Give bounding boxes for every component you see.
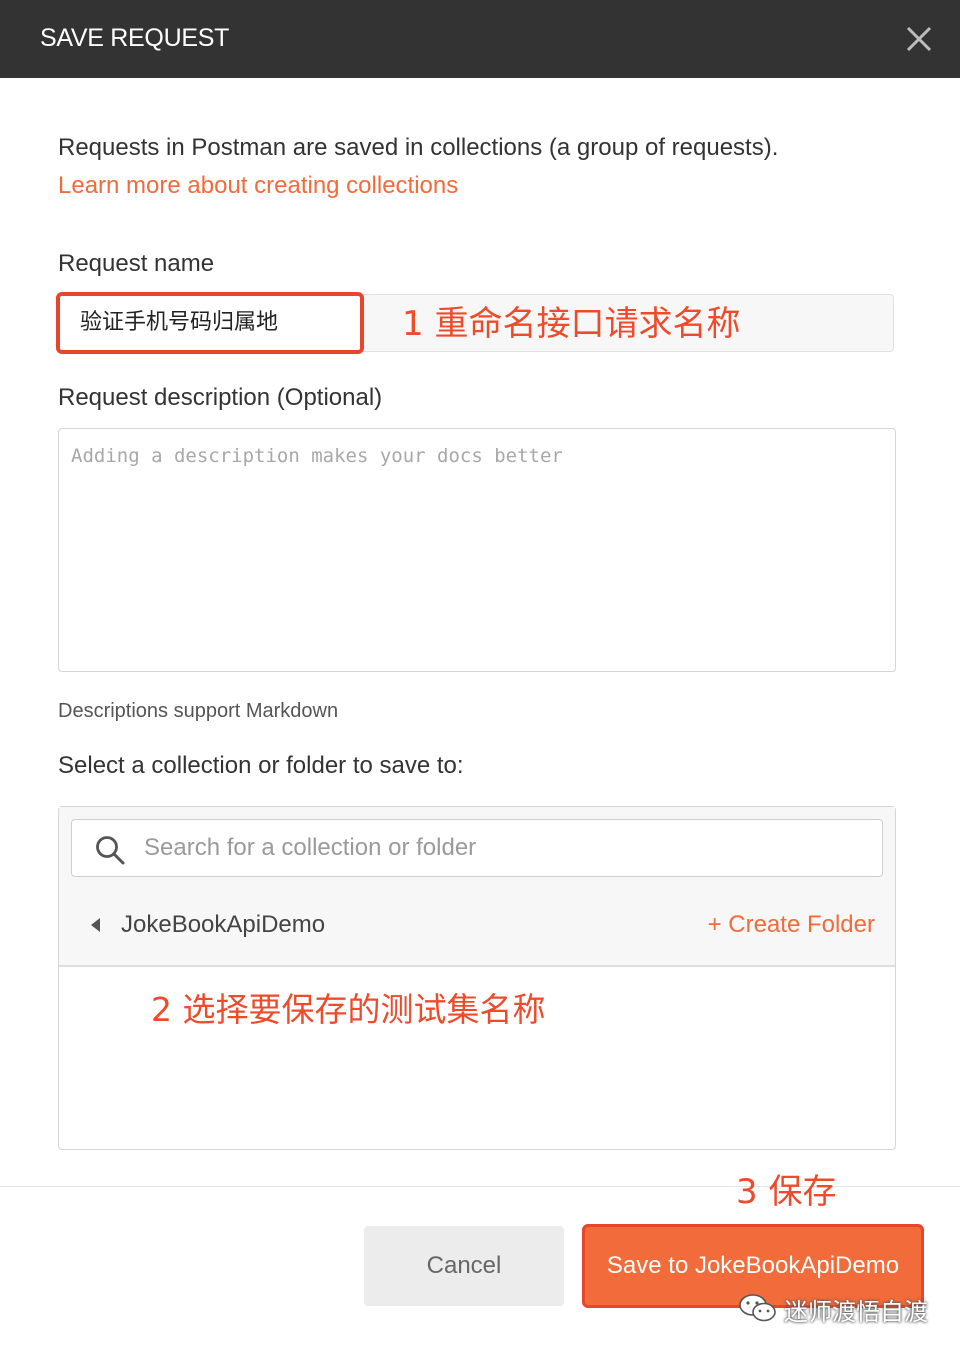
annotation-step3: 3 保存 [736,1172,837,1212]
request-description-textarea[interactable]: Adding a description makes your docs bet… [58,428,896,672]
annotation-step2: 2 选择要保存的测试集名称 [151,990,546,1029]
request-name-label: Request name [58,250,215,277]
markdown-note: Descriptions support Markdown [58,700,339,722]
annotation-step1: 1 重命名接口请求名称 [402,304,741,344]
dialog-title: SAVE REQUEST [40,24,230,52]
collection-picker-header: Search for a collection or folder JokeBo… [59,807,895,967]
learn-more-link[interactable]: Learn more about creating collections [58,172,458,200]
request-description-label: Request description (Optional) [58,384,383,411]
search-icon [96,836,125,865]
cancel-button[interactable]: Cancel [364,1226,564,1306]
wechat-logo-icon [739,1294,776,1322]
request-name-input[interactable]: 验证手机号码归属地 [56,292,364,354]
dialog-titlebar: SAVE REQUEST [0,0,960,78]
create-folder-link[interactable]: + Create Folder [708,911,875,939]
watermark-text: 迷师渡悟自渡 [784,1298,928,1326]
collection-name: JokeBookApiDemo [121,911,326,938]
close-button[interactable] [900,20,938,58]
watermark: 迷师渡悟自渡 [738,1288,938,1328]
collection-item[interactable]: JokeBookApiDemo + Create Folder [59,895,895,957]
collection-search-input[interactable]: Search for a collection or folder [71,819,883,877]
collection-search-placeholder: Search for a collection or folder [144,834,477,861]
intro-text: Requests in Postman are saved in collect… [58,134,779,161]
request-description-placeholder: Adding a description makes your docs bet… [71,445,563,467]
collection-select-label: Select a collection or folder to save to… [58,752,464,779]
caret-left-icon[interactable] [91,918,100,932]
collection-picker: Search for a collection or folder JokeBo… [58,806,896,1150]
close-icon [906,26,932,52]
